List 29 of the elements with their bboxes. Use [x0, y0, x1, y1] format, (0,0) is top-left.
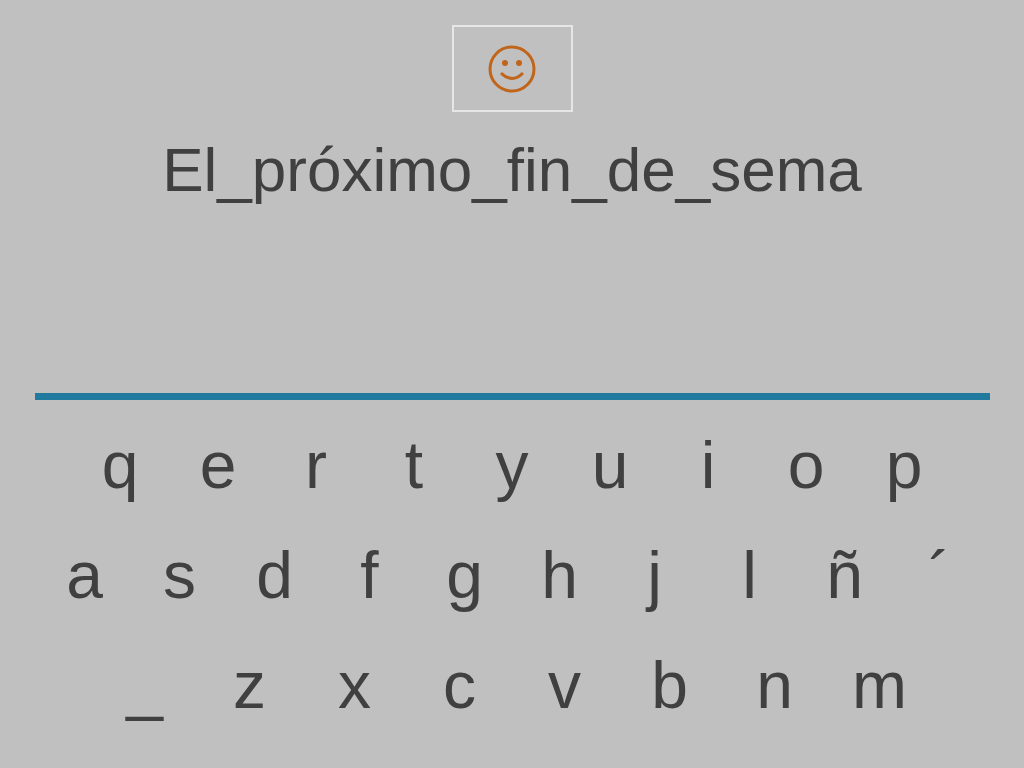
letter-key[interactable]: t: [365, 415, 463, 515]
letter-key[interactable]: i: [659, 415, 757, 515]
letter-key[interactable]: u: [561, 415, 659, 515]
letter-key[interactable]: j: [607, 525, 702, 625]
letter-key[interactable]: y: [463, 415, 561, 515]
smiley-icon: [487, 43, 537, 94]
letter-key[interactable]: n: [722, 635, 827, 735]
letter-key[interactable]: q: [71, 415, 169, 515]
letter-key[interactable]: c: [407, 635, 512, 735]
letter-key[interactable]: ´: [892, 525, 987, 625]
letter-key[interactable]: o: [757, 415, 855, 515]
letter-key[interactable]: e: [169, 415, 267, 515]
answer-text: El_próximo_fin_de_sema: [162, 134, 862, 206]
letter-key[interactable]: z: [197, 635, 302, 735]
letter-key[interactable]: a: [37, 525, 132, 625]
letter-key[interactable]: d: [227, 525, 322, 625]
letter-key[interactable]: s: [132, 525, 227, 625]
letter-key[interactable]: g: [417, 525, 512, 625]
letter-key[interactable]: v: [512, 635, 617, 735]
letter-key[interactable]: ñ: [797, 525, 892, 625]
letter-key[interactable]: m: [827, 635, 932, 735]
letter-key[interactable]: r: [267, 415, 365, 515]
letter-key[interactable]: b: [617, 635, 722, 735]
letter-key[interactable]: x: [302, 635, 407, 735]
letter-key[interactable]: _: [92, 635, 197, 735]
letter-key[interactable]: h: [512, 525, 607, 625]
letter-key[interactable]: f: [322, 525, 417, 625]
letter-key[interactable]: l: [702, 525, 797, 625]
letter-key[interactable]: p: [855, 415, 953, 515]
